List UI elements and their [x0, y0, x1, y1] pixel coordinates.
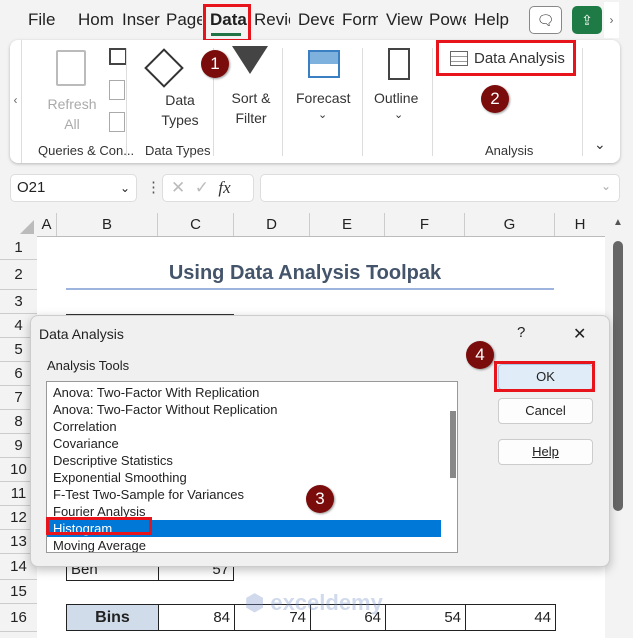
step-badge-1: 1: [201, 50, 229, 78]
insert-function-icon[interactable]: fx: [218, 178, 230, 197]
share-button[interactable]: ⇪: [572, 6, 602, 34]
tabs-scroll-right[interactable]: ›: [604, 2, 619, 38]
outline-icon: [388, 48, 410, 80]
help-button[interactable]: Help: [498, 439, 593, 465]
forecast-sheet-icon: [308, 50, 340, 78]
title-underline: [66, 288, 554, 290]
tab-review[interactable]: Revie: [254, 10, 290, 30]
bins-label-cell[interactable]: Bins: [66, 604, 159, 631]
forecast-chevron-icon: ⌄: [318, 109, 328, 121]
highlight-data-tab: [203, 4, 251, 42]
bin-cell[interactable]: 54: [385, 604, 466, 631]
queries-connections-icon[interactable]: [109, 48, 127, 65]
formula-bar-grip[interactable]: ⋮: [146, 178, 161, 196]
column-header-c[interactable]: C: [158, 213, 234, 237]
analysis-tool-item[interactable]: Covariance: [47, 435, 441, 452]
ribbon-scroll-left[interactable]: ‹: [10, 40, 22, 163]
column-header-h[interactable]: H: [555, 213, 605, 237]
comment-icon: 🗨: [536, 12, 555, 28]
name-box-value: O21: [17, 179, 46, 196]
analysis-tool-item[interactable]: Anova: Two-Factor Without Replication: [47, 401, 441, 418]
analysis-tools-label: Analysis Tools: [47, 358, 130, 373]
data-types-icon: [144, 48, 184, 88]
cancel-button[interactable]: Cancel: [498, 398, 593, 424]
formula-input[interactable]: ⌄: [260, 174, 620, 202]
highlight-ok: [494, 361, 595, 392]
row-header[interactable]: 3: [0, 290, 37, 314]
analysis-tool-item[interactable]: Moving Average: [47, 537, 441, 552]
column-header-b[interactable]: B: [57, 213, 158, 237]
tab-developer[interactable]: Deve: [298, 10, 334, 30]
bin-cell[interactable]: 44: [465, 604, 556, 631]
column-header-f[interactable]: F: [385, 213, 465, 237]
listbox-scrollbar-thumb[interactable]: [450, 411, 456, 478]
forecast-button[interactable]: Forecast: [296, 90, 350, 106]
dialog-close-button[interactable]: ✕: [573, 324, 586, 344]
watermark-logo: ⬢ exceldemy: [245, 590, 383, 615]
edit-links-icon[interactable]: [109, 112, 125, 132]
tab-file[interactable]: File: [28, 10, 55, 30]
data-types-button[interactable]: Data Types: [150, 90, 210, 130]
highlight-histogram: [46, 517, 152, 535]
analysis-tool-item[interactable]: F-Test Two-Sample for Variances: [47, 486, 441, 503]
expand-formula-chevron-icon[interactable]: ⌄: [601, 179, 611, 193]
outline-chevron-icon: ⌄: [394, 109, 404, 121]
column-header-e[interactable]: E: [310, 213, 385, 237]
outline-button[interactable]: Outline: [374, 90, 418, 106]
bin-cell[interactable]: 84: [158, 604, 235, 631]
column-header-a[interactable]: A: [37, 213, 57, 237]
step-badge-3: 3: [306, 485, 334, 513]
formula-buttons: ✕ ✓ fx: [162, 174, 254, 202]
row-header[interactable]: 16: [0, 604, 37, 632]
refresh-all-button[interactable]: Refresh All: [44, 94, 100, 134]
select-all-corner[interactable]: [0, 213, 37, 237]
tab-view[interactable]: View: [386, 10, 423, 30]
name-box-chevron-icon[interactable]: ⌄: [120, 175, 130, 201]
analysis-tool-item[interactable]: Exponential Smoothing: [47, 469, 441, 486]
tab-help[interactable]: Help: [474, 10, 509, 30]
column-header-g[interactable]: G: [465, 213, 555, 237]
step-badge-2: 2: [481, 85, 509, 113]
analysis-tool-item[interactable]: Anova: Two-Factor With Replication: [47, 384, 441, 401]
highlight-data-analysis: [436, 40, 576, 76]
cancel-icon[interactable]: ✕: [171, 178, 185, 197]
tab-insert[interactable]: Inser: [122, 10, 160, 30]
dialog-help-button[interactable]: ?: [517, 324, 525, 341]
analysis-tool-item[interactable]: Correlation: [47, 418, 441, 435]
name-box[interactable]: O21 ⌄: [10, 174, 137, 202]
scroll-up-icon[interactable]: ▲: [613, 217, 623, 228]
group-analysis-label: Analysis: [485, 143, 534, 158]
column-header-d[interactable]: D: [234, 213, 310, 237]
properties-icon[interactable]: [109, 80, 125, 100]
dialog-title: Data Analysis: [39, 326, 124, 342]
share-icon: ⇪: [581, 12, 593, 28]
row-header[interactable]: 1: [0, 236, 37, 260]
row-header[interactable]: 15: [0, 580, 37, 604]
tab-home[interactable]: Hom: [78, 10, 114, 30]
step-badge-4: 4: [466, 341, 494, 369]
scrollbar-thumb[interactable]: [613, 241, 623, 511]
tab-formulas[interactable]: Form: [342, 10, 378, 30]
tab-power-pivot[interactable]: Powe: [429, 10, 466, 30]
sort-filter-button[interactable]: Sort & Filter: [225, 88, 277, 128]
enter-icon[interactable]: ✓: [195, 178, 209, 197]
filter-icon: [232, 46, 268, 74]
row-header[interactable]: 2: [0, 260, 37, 290]
comments-button[interactable]: 🗨: [529, 6, 562, 34]
group-data-types-label: Data Types: [145, 143, 211, 158]
tab-page-layout[interactable]: Page: [166, 10, 202, 30]
collapse-ribbon-icon[interactable]: ⌄: [594, 136, 606, 153]
sheet-title: Using Data Analysis Toolpak: [168, 262, 442, 284]
refresh-icon: [56, 50, 86, 86]
analysis-tool-item[interactable]: Descriptive Statistics: [47, 452, 441, 469]
group-queries-label: Queries & Con...: [38, 143, 135, 158]
